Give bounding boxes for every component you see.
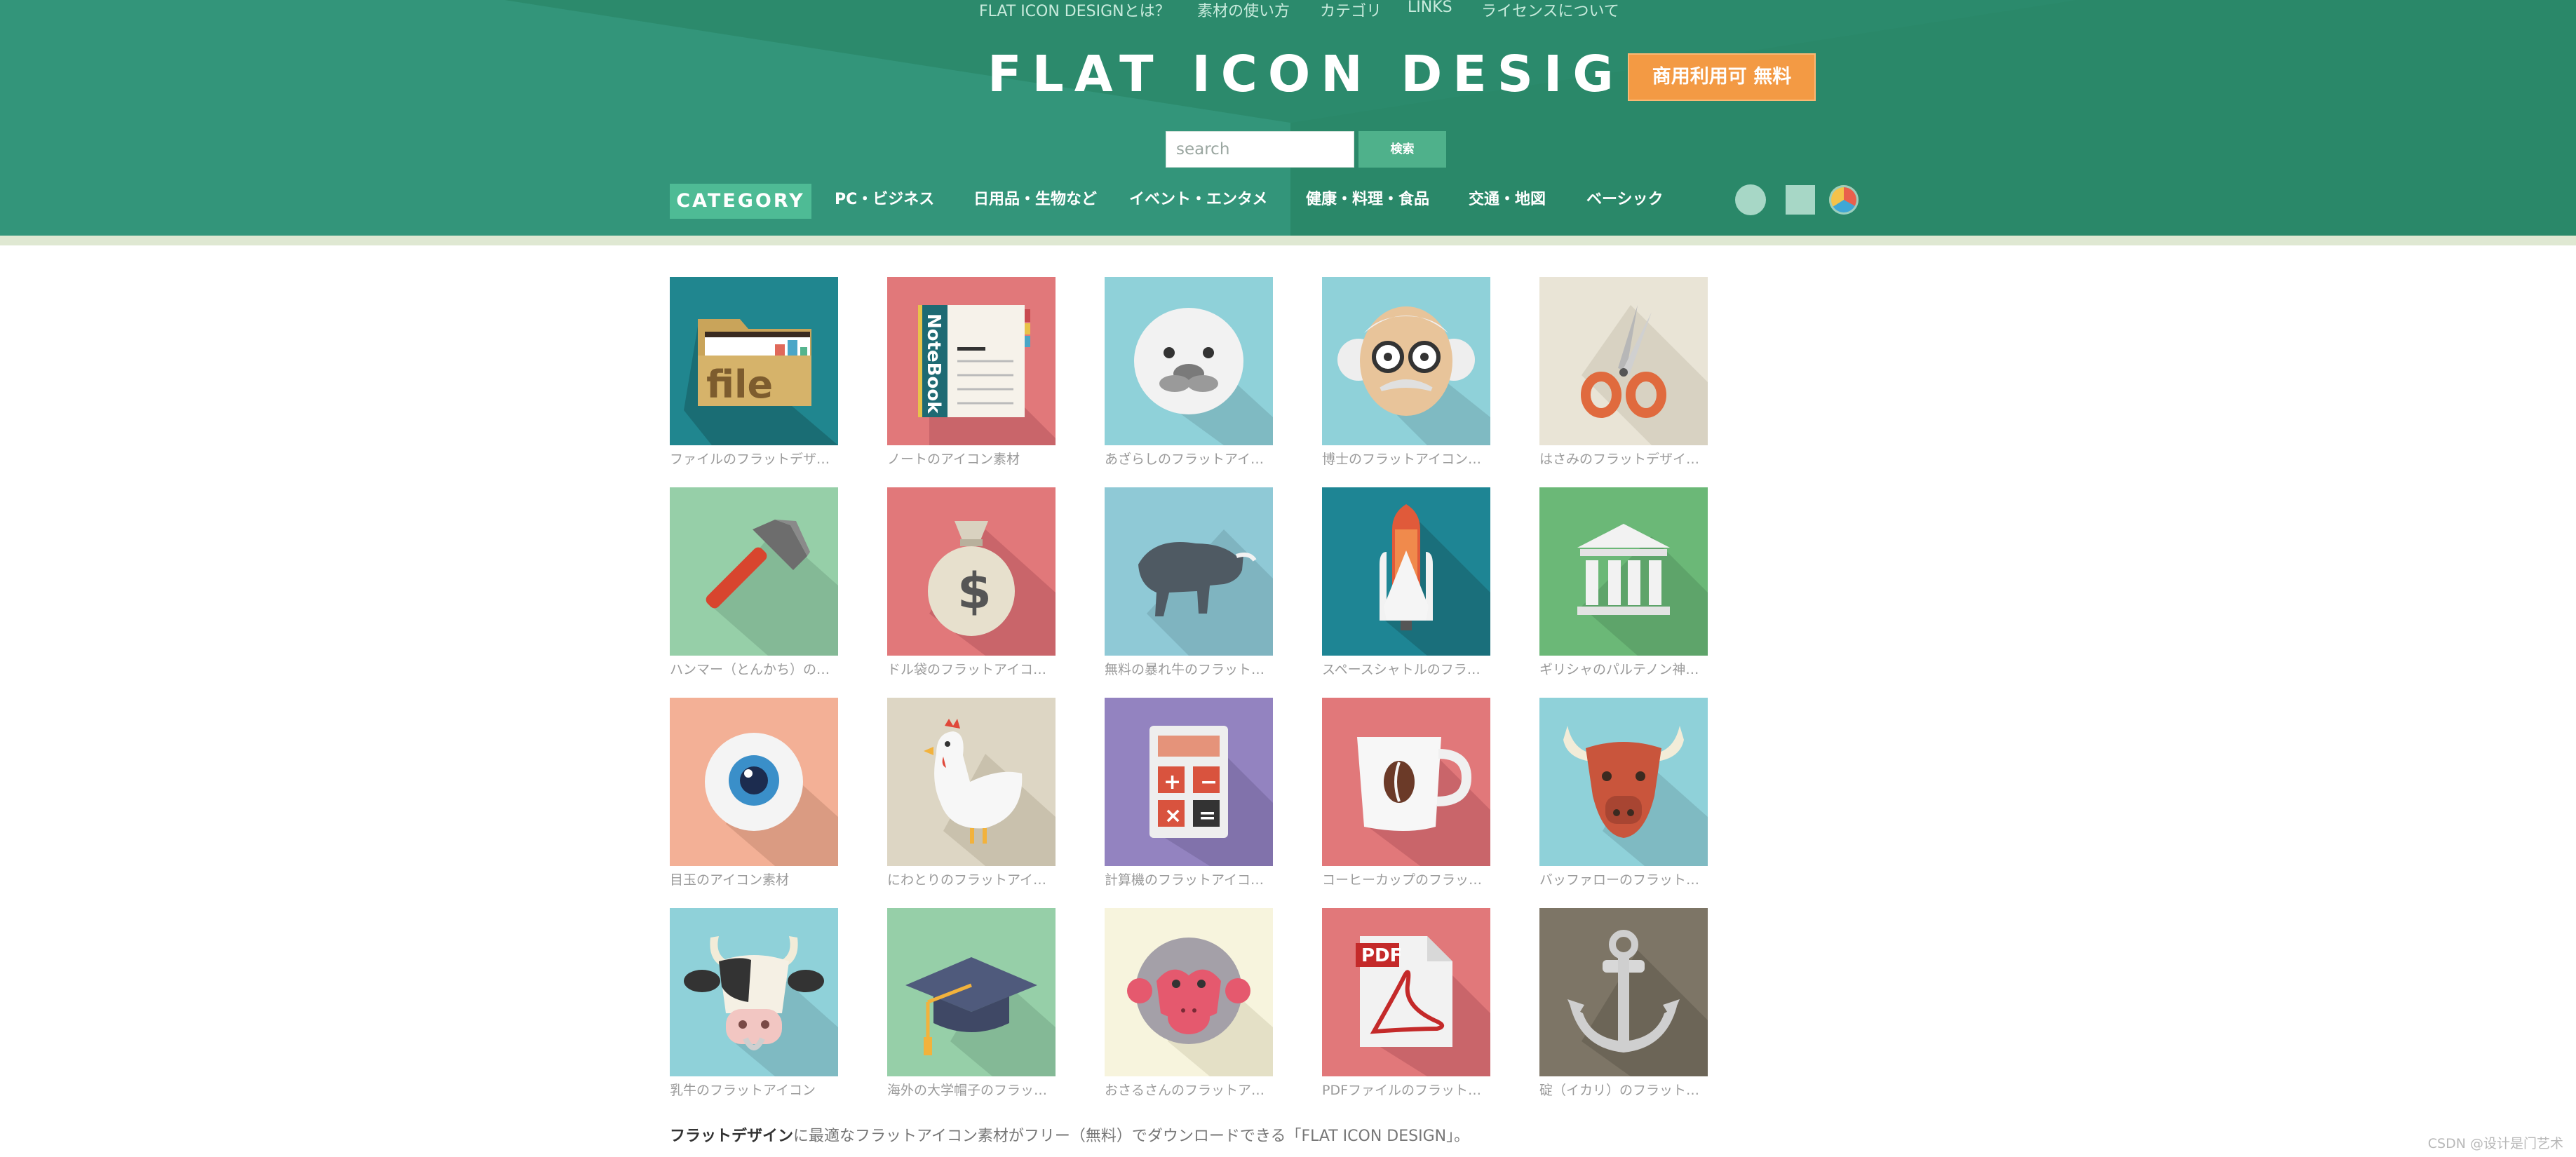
parthenon-icon[interactable] bbox=[1539, 487, 1708, 656]
icon-card[interactable]: 博士のフラットアイコン… bbox=[1322, 277, 1490, 468]
icon-card[interactable]: 乳牛のフラットアイコン bbox=[670, 908, 838, 1099]
icon-caption[interactable]: 乳牛のフラットアイコン bbox=[670, 1080, 838, 1099]
search-input[interactable]: search bbox=[1166, 131, 1354, 168]
icon-card[interactable]: PDF PDFファイルのフラット… bbox=[1322, 908, 1490, 1099]
nav-license[interactable]: ライセンスについて bbox=[1481, 0, 1619, 21]
icon-caption[interactable]: 碇（イカリ）のフラット… bbox=[1539, 1080, 1708, 1099]
money-bag-icon[interactable]: $ bbox=[887, 487, 1056, 656]
icon-card[interactable]: バッファローのフラット… bbox=[1539, 698, 1708, 888]
pdf-file-icon[interactable]: PDF bbox=[1322, 908, 1490, 1076]
svg-text:=: = bbox=[1199, 804, 1216, 828]
buffalo-icon[interactable] bbox=[1539, 698, 1708, 866]
icon-caption[interactable]: はさみのフラットデザイ… bbox=[1539, 449, 1708, 468]
icon-card[interactable]: $ ドル袋のフラットアイコ… bbox=[887, 487, 1056, 677]
icon-card[interactable]: あざらしのフラットアイ… bbox=[1105, 277, 1273, 468]
header-divider bbox=[0, 236, 2576, 245]
graduation-cap-icon[interactable] bbox=[887, 908, 1056, 1076]
icon-card[interactable]: ハンマー（とんかち）の… bbox=[670, 487, 838, 677]
svg-text:−: − bbox=[1200, 770, 1218, 794]
notebook-icon[interactable]: NoteBook bbox=[887, 277, 1056, 445]
icon-caption[interactable]: ギリシャのパルテノン神… bbox=[1539, 659, 1708, 678]
icon-caption[interactable]: 目玉のアイコン素材 bbox=[670, 870, 838, 888]
free-commercial-badge: 商用利用可 無料 bbox=[1628, 53, 1816, 101]
icon-caption[interactable]: ノートのアイコン素材 bbox=[887, 449, 1056, 468]
svg-text:NoteBook: NoteBook bbox=[923, 313, 944, 414]
circle-view-icon[interactable] bbox=[1735, 184, 1766, 215]
site-description: フラットデザインに最適なフラットアイコン素材がフリー（無料）でダウンロードできる… bbox=[670, 1123, 1469, 1146]
nav-about[interactable]: FLAT ICON DESIGNとは？ bbox=[979, 0, 1171, 21]
icon-caption[interactable]: 無料の暴れ牛のフラット… bbox=[1105, 659, 1273, 678]
category-daily-goods[interactable]: 日用品・生物など bbox=[973, 184, 1097, 219]
category-bar: CATEGORY PC・ビジネス 日用品・生物など イベント・エンタメ 健康・料… bbox=[0, 184, 2576, 219]
site-header: FLAT ICON DESIGNとは？ 素材の使い方 カテゴリ LINKS ライ… bbox=[0, 0, 2576, 236]
coffee-cup-icon[interactable] bbox=[1322, 698, 1490, 866]
icon-caption[interactable]: スペースシャトルのフラ… bbox=[1322, 659, 1490, 678]
icon-caption[interactable]: バッファローのフラット… bbox=[1539, 870, 1708, 888]
cow-icon[interactable] bbox=[670, 908, 838, 1076]
icon-card[interactable]: NoteBook ノートのアイコン素材 bbox=[887, 277, 1056, 468]
svg-text:×: × bbox=[1164, 804, 1182, 828]
space-shuttle-icon[interactable] bbox=[1322, 487, 1490, 656]
icon-card[interactable]: にわとりのフラットアイ… bbox=[887, 698, 1056, 888]
category-basic[interactable]: ベーシック bbox=[1586, 184, 1664, 219]
icon-caption[interactable]: あざらしのフラットアイ… bbox=[1105, 449, 1273, 468]
icon-caption[interactable]: ファイルのフラットデザ… bbox=[670, 449, 838, 468]
category-transport-map[interactable]: 交通・地図 bbox=[1469, 184, 1546, 219]
icon-caption[interactable]: 計算機のフラットアイコ… bbox=[1105, 870, 1273, 888]
bull-icon[interactable] bbox=[1105, 487, 1273, 656]
professor-icon[interactable] bbox=[1322, 277, 1490, 445]
nav-usage[interactable]: 素材の使い方 bbox=[1197, 0, 1290, 21]
site-logo[interactable]: FLAT ICON DESIGN bbox=[987, 45, 1666, 103]
color-view-icon[interactable] bbox=[1829, 185, 1859, 215]
nav-category[interactable]: カテゴリ bbox=[1320, 0, 1382, 21]
category-events[interactable]: イベント・エンタメ bbox=[1129, 184, 1267, 219]
icon-caption[interactable]: にわとりのフラットアイ… bbox=[887, 870, 1056, 888]
icon-card[interactable]: はさみのフラットデザイ… bbox=[1539, 277, 1708, 468]
svg-text:PDF: PDF bbox=[1361, 945, 1402, 966]
category-label: CATEGORY bbox=[670, 184, 811, 219]
site-description-bold: フラットデザイン bbox=[670, 1128, 794, 1145]
site-description-text: に最適なフラットアイコン素材がフリー（無料）でダウンロードできる「FLAT IC… bbox=[793, 1128, 1470, 1145]
hammer-icon[interactable] bbox=[670, 487, 838, 656]
icon-caption[interactable]: おさるさんのフラットア… bbox=[1105, 1080, 1273, 1099]
seal-icon[interactable] bbox=[1105, 277, 1273, 445]
icon-card[interactable]: ギリシャのパルテノン神… bbox=[1539, 487, 1708, 677]
icon-card[interactable]: 碇（イカリ）のフラット… bbox=[1539, 908, 1708, 1099]
icon-caption[interactable]: ハンマー（とんかち）の… bbox=[670, 659, 838, 678]
icon-card[interactable]: スペースシャトルのフラ… bbox=[1322, 487, 1490, 677]
svg-text:file: file bbox=[706, 363, 773, 407]
icon-caption[interactable]: 海外の大学帽子のフラッ… bbox=[887, 1080, 1056, 1099]
icon-caption[interactable]: ドル袋のフラットアイコ… bbox=[887, 659, 1056, 678]
search-button[interactable]: 検索 bbox=[1358, 131, 1446, 168]
top-navigation: FLAT ICON DESIGNとは？ 素材の使い方 カテゴリ LINKS ライ… bbox=[0, 0, 2576, 20]
watermark: CSDN @设计是门艺术 bbox=[2427, 1136, 2563, 1151]
icon-caption[interactable]: 博士のフラットアイコン… bbox=[1322, 449, 1490, 468]
icon-card[interactable]: file ファイルのフラットデザ… bbox=[670, 277, 838, 468]
icon-card[interactable]: おさるさんのフラットア… bbox=[1105, 908, 1273, 1099]
monkey-icon[interactable] bbox=[1105, 908, 1273, 1076]
icon-card[interactable]: + − × = 計算機のフラットアイコ… bbox=[1105, 698, 1273, 888]
icon-caption[interactable]: コーヒーカップのフラッ… bbox=[1322, 870, 1490, 888]
icon-card[interactable]: 海外の大学帽子のフラッ… bbox=[887, 908, 1056, 1099]
anchor-icon[interactable] bbox=[1539, 908, 1708, 1076]
svg-text:$: $ bbox=[957, 562, 992, 620]
scissors-icon[interactable] bbox=[1539, 277, 1708, 445]
icon-card[interactable]: 無料の暴れ牛のフラット… bbox=[1105, 487, 1273, 677]
icon-card[interactable]: コーヒーカップのフラッ… bbox=[1322, 698, 1490, 888]
chicken-icon[interactable] bbox=[887, 698, 1056, 866]
icon-card[interactable]: 目玉のアイコン素材 bbox=[670, 698, 838, 888]
file-folder-icon[interactable]: file bbox=[670, 277, 838, 445]
calculator-icon[interactable]: + − × = bbox=[1105, 698, 1273, 866]
square-view-icon[interactable] bbox=[1786, 185, 1815, 215]
category-pc-business[interactable]: PC・ビジネス bbox=[835, 184, 934, 219]
category-health-food[interactable]: 健康・料理・食品 bbox=[1306, 184, 1429, 219]
svg-text:+: + bbox=[1164, 770, 1181, 794]
icon-caption[interactable]: PDFファイルのフラット… bbox=[1322, 1080, 1490, 1099]
nav-links[interactable]: LINKS bbox=[1408, 0, 1452, 16]
eyeball-icon[interactable] bbox=[670, 698, 838, 866]
